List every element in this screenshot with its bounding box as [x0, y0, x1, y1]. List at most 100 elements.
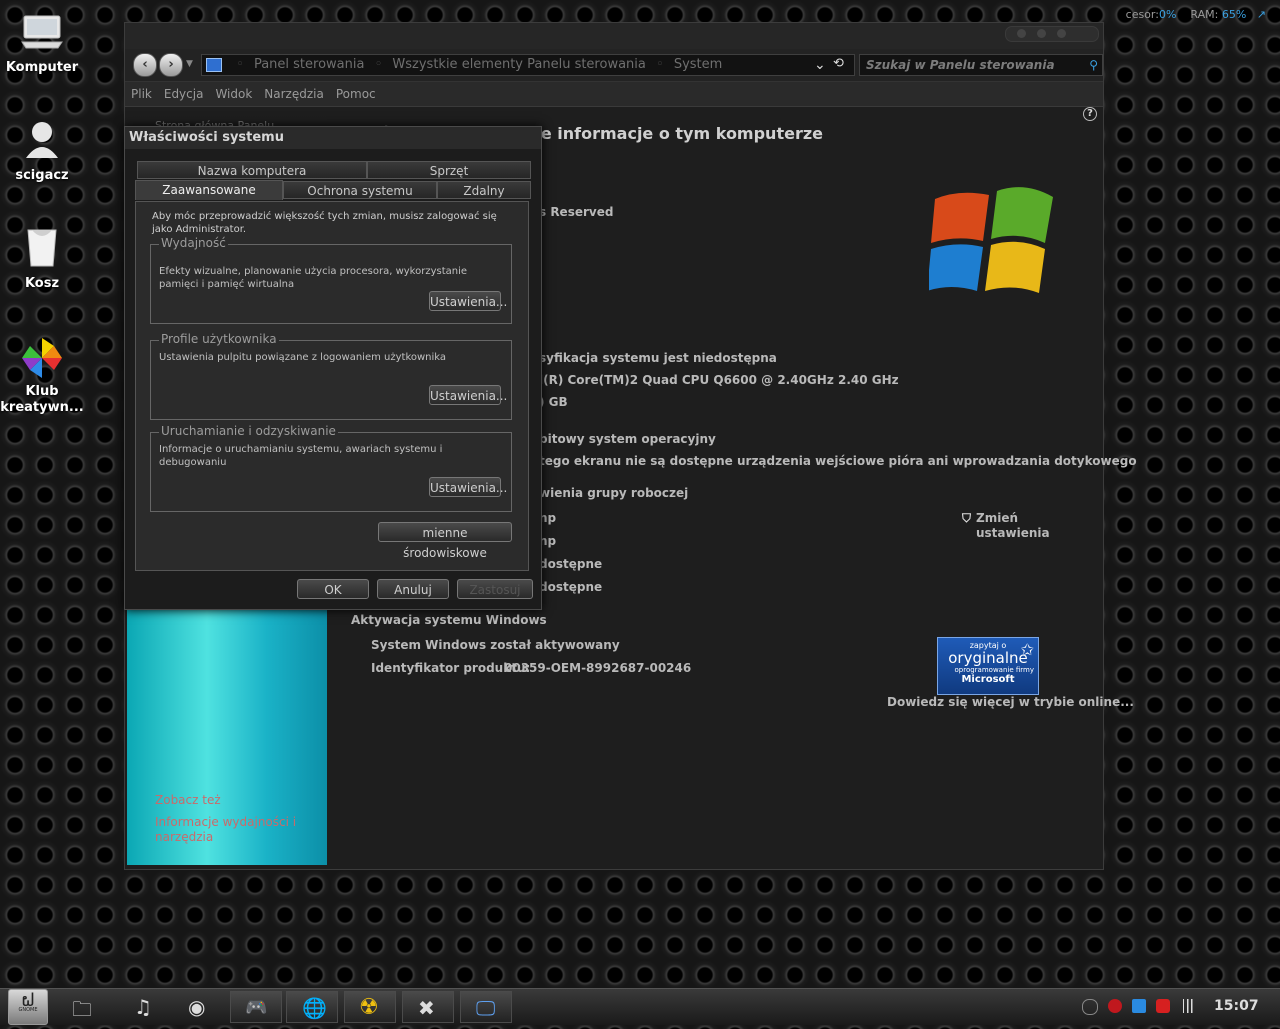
apply-button[interactable]: Zastosuj [457, 579, 533, 599]
advanced-tab-panel: Aby móc przeprowadzić większość tych zmi… [135, 201, 529, 571]
tab-system-protection[interactable]: Ochrona systemu [283, 181, 437, 199]
tab-advanced[interactable]: Zaawansowane [135, 180, 283, 200]
radiation-icon: ☢ [359, 995, 379, 1020]
environment-variables-button[interactable]: mienne środowiskowe [378, 522, 512, 560]
maximize-button[interactable] [1037, 29, 1046, 38]
chat-icon: ◉ [188, 995, 206, 1019]
menu-file[interactable]: Plik [125, 82, 158, 106]
trash-icon [20, 228, 64, 272]
menu-help[interactable]: Pomoc [330, 82, 382, 106]
menu-bar: Plik Edycja Widok Narzędzia Pomoc [125, 81, 1103, 107]
star-icon: ✩ [1020, 640, 1034, 659]
activation-status: System Windows został aktywowany [371, 638, 620, 652]
tray-network-icon[interactable] [1180, 999, 1194, 1013]
user-icon [20, 120, 64, 164]
startup-recovery-group: Uruchamianie i odzyskiwanie Informacje o… [150, 424, 512, 512]
taskbar-messenger[interactable]: ◉ [174, 991, 226, 1023]
menu-view[interactable]: Widok [209, 82, 258, 106]
music-player-icon: ♫ [134, 995, 152, 1019]
genuine-microsoft-badge[interactable]: zapytaj o oryginalne oprogramowanie firm… [937, 637, 1039, 695]
menu-edit[interactable]: Edycja [158, 82, 210, 106]
tab-computer-name[interactable]: Nazwa komputera [137, 161, 367, 179]
learn-more-link[interactable]: Dowiedz się więcej w trybie online... [887, 695, 1134, 709]
system-properties-dialog: Właściwości systemu Nazwa komputera Sprz… [124, 126, 542, 610]
processor-text: l(R) Core(TM)2 Quad CPU Q6600 @ 2.40GHz … [539, 373, 899, 387]
desktop-icon-label: Komputer [5, 60, 79, 75]
desktop-icon-trash[interactable]: Kosz [0, 228, 84, 292]
activation-heading: Aktywacja systemu Windows [351, 613, 547, 627]
chevron-down-icon[interactable]: ⌄ [814, 57, 826, 73]
breadcrumb-system[interactable]: System [674, 57, 722, 72]
taskbar-music[interactable]: ♫ [118, 991, 170, 1023]
window-titlebar [125, 23, 1103, 49]
windows-logo [927, 181, 1059, 296]
ok-button[interactable]: OK [297, 579, 369, 599]
close-button[interactable] [1057, 29, 1066, 38]
address-bar[interactable]: ◦ Panel sterowania ◦ Wszystkie elementy … [201, 54, 855, 76]
globe-icon: 🌐 [302, 996, 327, 1020]
tab-remote[interactable]: Zdalny [437, 181, 531, 199]
dialog-title: Właściwości systemu [125, 127, 541, 149]
description-value: dostępne [539, 557, 603, 571]
breadcrumb-separator: ◦ [656, 57, 664, 72]
tab-hardware[interactable]: Sprzęt [367, 161, 531, 179]
shield-icon: ⛉ [962, 511, 972, 525]
breadcrumb-all-items[interactable]: Wszystkie elementy Panelu sterowania [392, 57, 645, 72]
taskbar-system[interactable]: 🖵 [460, 991, 512, 1023]
minimize-button[interactable] [1017, 29, 1026, 38]
group-description: Ustawienia pulpitu powiązane z logowanie… [159, 352, 447, 363]
badge-sub-text: oprogramowanie firmy [954, 666, 1035, 674]
back-button[interactable]: ‹ [133, 53, 157, 77]
forward-button[interactable]: › [159, 53, 183, 77]
memory-text: ) GB [539, 395, 568, 409]
taskbar-tools[interactable]: ✖ [402, 991, 454, 1023]
admin-note: Aby móc przeprowadzić większość tych zmi… [152, 211, 497, 235]
taskbar-file-manager[interactable]: 🗀 [60, 991, 112, 1023]
breadcrumb-control-panel[interactable]: Panel sterowania [254, 57, 365, 72]
workgroup-value: dostępne [539, 580, 603, 594]
control-panel-icon [206, 57, 222, 72]
taskbar-games[interactable]: 🎮 [230, 991, 282, 1023]
performance-tools-link[interactable]: Informacje wydajności i narzędzia [155, 815, 305, 845]
tray-red-app-icon[interactable] [1108, 999, 1122, 1013]
arrow-up-right-icon[interactable]: ↗ [1257, 8, 1266, 21]
tray-dropbox-icon[interactable] [1132, 999, 1146, 1013]
desktop-icon-label: scigacz [15, 168, 69, 183]
badge-brand-text: Microsoft [961, 674, 1015, 685]
performance-group: Wydajność Efekty wizualne, planowanie uż… [150, 236, 512, 324]
gamepad-icon: 🎮 [245, 997, 268, 1018]
cancel-button[interactable]: Anuluj [377, 579, 449, 599]
desktop-icon-klub[interactable]: Klub kreatywn... [0, 336, 84, 416]
taskbar-radiation-app[interactable]: ☢ [344, 991, 396, 1023]
menu-tools[interactable]: Narzędzia [258, 82, 330, 106]
clock[interactable]: 15:07 [1214, 998, 1259, 1014]
computer-icon [20, 12, 64, 56]
search-icon[interactable]: ⚲ [1089, 55, 1098, 75]
startup-settings-button[interactable]: Ustawienia... [429, 477, 507, 497]
group-title: Profile użytkownika [159, 332, 279, 346]
ram-label: RAM: [1190, 8, 1219, 21]
performance-settings-button[interactable]: Ustawienia... [429, 291, 507, 311]
tray-gmail-icon[interactable] [1156, 999, 1170, 1013]
group-title: Uruchamianie i odzyskiwanie [159, 424, 338, 438]
breadcrumb-separator: ◦ [236, 57, 244, 72]
group-description: Informacje o uruchamianiu systemu, awari… [159, 444, 443, 468]
gnome-start-button[interactable]: ຝ GNOME [8, 989, 48, 1025]
desktop-icon-user[interactable]: scigacz [0, 120, 84, 184]
refresh-icon[interactable]: ⟲ [833, 56, 844, 71]
tray-back-icon[interactable] [1082, 999, 1098, 1015]
desktop-icon-label: Klub kreatywn... [0, 384, 84, 415]
change-settings-link[interactable]: ⛉ Zmień ustawienia [962, 511, 1056, 541]
navigation-bar: ‹ › ▼ ◦ Panel sterowania ◦ Wszystkie ele… [125, 49, 1103, 81]
window-controls [1005, 26, 1099, 42]
start-label: GNOME [18, 1007, 38, 1013]
breadcrumb-separator: ◦ [374, 57, 383, 72]
desktop-icon-computer[interactable]: Komputer [0, 12, 84, 76]
profiles-settings-button[interactable]: Ustawienia... [429, 385, 507, 405]
pinwheel-icon [20, 336, 64, 380]
history-dropdown-icon[interactable]: ▼ [186, 59, 193, 69]
search-input[interactable]: Szukaj w Panelu sterowania ⚲ [859, 54, 1103, 76]
taskbar-browser[interactable]: 🌐 [286, 991, 338, 1023]
copyright-text: s Reserved [539, 205, 614, 219]
pen-touch-text: tego ekranu nie są dostępne urządzenia w… [539, 454, 1137, 468]
